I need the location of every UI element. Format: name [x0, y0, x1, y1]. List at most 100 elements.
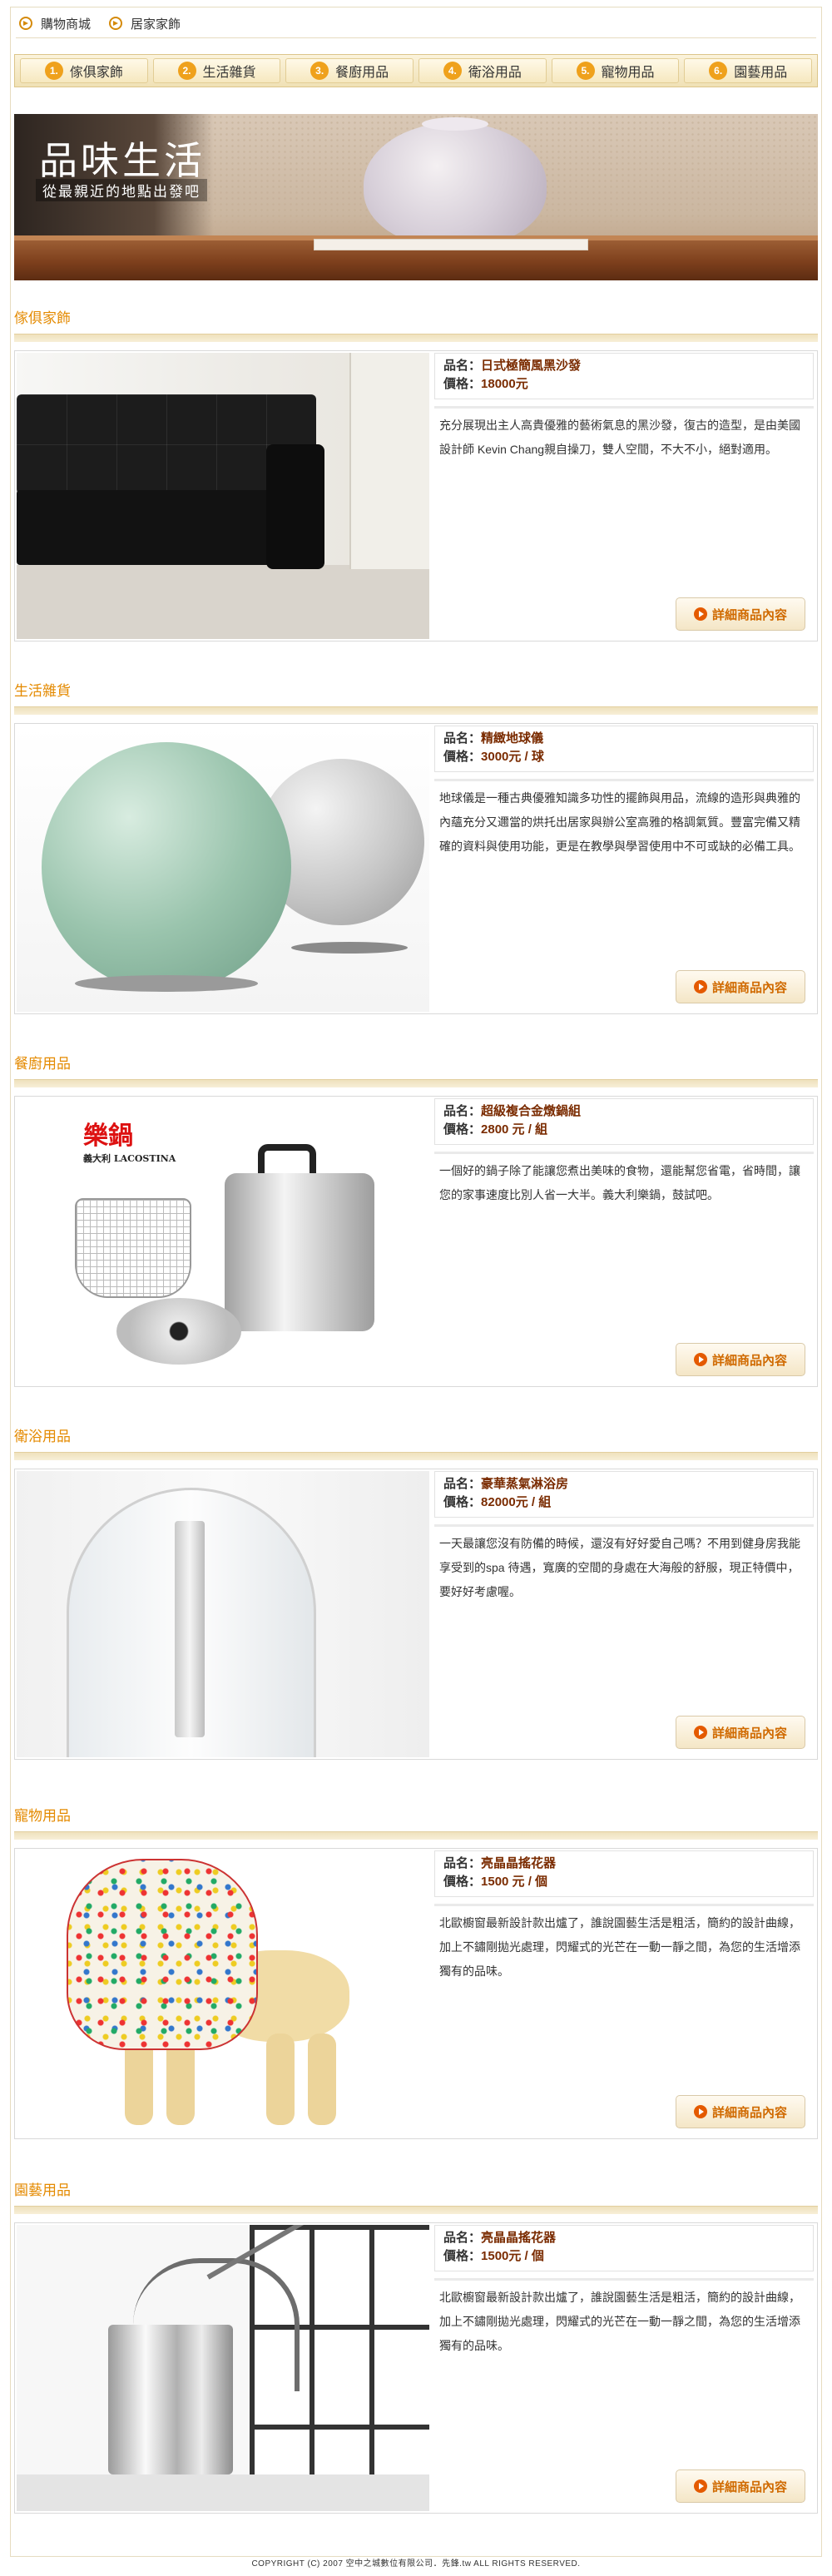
divider	[16, 37, 816, 38]
product-price-key: 價格：	[443, 2249, 482, 2263]
tab-household[interactable]: 2. 生活雜貨	[152, 58, 281, 83]
product-name-row: 品名：亮晶晶搖花器	[443, 1855, 805, 1873]
brand-logo: 樂鍋 義大利 LACOSTINA	[83, 1115, 176, 1165]
play-arrow-icon	[693, 607, 707, 621]
button-label: 詳細商品內容	[711, 607, 787, 622]
product-name: 豪華蒸氣淋浴房	[481, 1477, 569, 1491]
product-price-key: 價格：	[443, 1495, 482, 1509]
product-image-watering-can[interactable]	[17, 2225, 429, 2511]
product-detail-button[interactable]: 詳細商品內容	[676, 1343, 805, 1376]
product-image-globe[interactable]	[17, 726, 429, 1012]
divider	[434, 2278, 814, 2281]
product-price-key: 價格：	[443, 750, 482, 764]
product-detail-button[interactable]: 詳細商品內容	[676, 2095, 805, 2128]
product-price: 1500元 / 個	[481, 2249, 544, 2263]
product-image-dog-raincoat[interactable]	[17, 1850, 429, 2137]
product-price: 82000元 / 組	[481, 1495, 552, 1509]
product-name-key: 品名：	[443, 1104, 482, 1118]
product-name: 日式極簡風黑沙發	[481, 359, 582, 373]
section-rule	[14, 706, 818, 715]
product-header: 品名：豪華蒸氣淋浴房 價格：82000元 / 組	[434, 1471, 814, 1518]
hero-title: 品味生活	[39, 139, 206, 182]
product-description: 北歐櫥窗最新設計款出爐了，誰說園藝生活是粗活，簡約的設計曲線，加上不鏽剛拋光處理…	[439, 1916, 800, 1978]
product-price-key: 價格：	[443, 1122, 482, 1137]
breadcrumb: 購物商城 居家家飾	[19, 14, 181, 32]
product-price: 2800 元 / 組	[481, 1122, 548, 1137]
section-gardening: 園藝用品 品名：亮晶晶搖花器 價格：1500元 / 個 北歐櫥窗最新設計款出爐了…	[14, 2181, 818, 2514]
section-rule	[14, 2206, 818, 2214]
arrow-right-icon	[109, 17, 123, 30]
product-image-pot[interactable]: 樂鍋 義大利 LACOSTINA	[17, 1098, 429, 1385]
product-image-shower[interactable]	[17, 1471, 429, 1757]
breadcrumb-label: 購物商城	[41, 17, 92, 32]
product-name-key: 品名：	[443, 731, 482, 746]
product-price-row: 價格：3000元 / 球	[443, 748, 805, 766]
section-title: 寵物用品	[14, 1808, 71, 1824]
product-detail-button[interactable]: 詳細商品內容	[676, 597, 805, 631]
product-header: 品名：亮晶晶搖花器 價格：1500元 / 個	[434, 2225, 814, 2271]
breadcrumb-link-home-decor[interactable]: 居家家飾	[109, 15, 181, 32]
section-title: 餐廚用品	[14, 1056, 71, 1072]
product-card: 品名：亮晶晶搖花器 價格：1500 元 / 個 北歐櫥窗最新設計款出爐了，誰說園…	[14, 1848, 818, 2139]
product-card: 品名：豪華蒸氣淋浴房 價格：82000元 / 組 一天最讓您沒有防備的時候，還沒…	[14, 1469, 818, 1760]
breadcrumb-label: 居家家飾	[131, 17, 181, 32]
product-header: 品名：精緻地球儀 價格：3000元 / 球	[434, 726, 814, 772]
product-info: 品名：亮晶晶搖花器 價格：1500元 / 個 北歐櫥窗最新設計款出爐了，誰說園藝…	[434, 2225, 814, 2511]
section-bathroom: 衛浴用品 品名：豪華蒸氣淋浴房 價格：82000元 / 組 一天最讓您沒有防備的…	[14, 1427, 818, 1760]
product-name: 精緻地球儀	[481, 731, 544, 746]
tab-gardening[interactable]: 6. 園藝用品	[684, 58, 813, 83]
button-label: 詳細商品內容	[711, 1353, 787, 1368]
section-title: 園藝用品	[14, 2182, 71, 2198]
button-label: 詳細商品內容	[711, 980, 787, 995]
play-arrow-icon	[693, 1353, 707, 1366]
divider	[434, 406, 814, 409]
tab-number-badge: 2.	[177, 62, 196, 80]
product-description: 充分展現出主人高貴優雅的藝術氣息的黑沙發，復古的造型，是由美國設計師 Kevin…	[439, 419, 800, 456]
section-rule	[14, 1831, 818, 1840]
product-detail-button[interactable]: 詳細商品內容	[676, 1716, 805, 1749]
copyright-footer: COPYRIGHT (C) 2007 空中之城數位有限公司．先鋒.tw ALL …	[251, 2559, 581, 2569]
product-info: 品名：亮晶晶搖花器 價格：1500 元 / 個 北歐櫥窗最新設計款出爐了，誰說園…	[434, 1850, 814, 2137]
section-rule	[14, 334, 818, 342]
tab-furniture[interactable]: 1. 傢俱家飾	[20, 58, 148, 83]
breadcrumb-link-mall[interactable]: 購物商城	[19, 15, 91, 32]
divider	[434, 779, 814, 781]
product-info: 品名：超級複合金燉鍋組 價格：2800 元 / 組 一個好的鍋子除了能讓您煮出美…	[434, 1098, 814, 1385]
tab-number-badge: 4.	[443, 62, 462, 80]
hero-banner: 品味生活 從最親近的地點出發吧	[14, 114, 818, 280]
tab-label: 衛浴用品	[468, 66, 522, 80]
divider	[434, 1152, 814, 1154]
product-detail-button[interactable]: 詳細商品內容	[676, 970, 805, 1003]
divider	[434, 1524, 814, 1527]
tab-bathroom[interactable]: 4. 衛浴用品	[418, 58, 547, 83]
product-header: 品名：超級複合金燉鍋組 價格：2800 元 / 組	[434, 1098, 814, 1145]
section-title: 傢俱家飾	[14, 310, 71, 326]
product-description: 北歐櫥窗最新設計款出爐了，誰說園藝生活是粗活，簡約的設計曲線，加上不鏽剛拋光處理…	[439, 2291, 800, 2352]
vase-image	[364, 117, 547, 247]
brand-logo-text: 樂鍋	[83, 1122, 133, 1151]
tab-kitchen[interactable]: 3. 餐廚用品	[285, 58, 414, 83]
product-name-row: 品名：亮晶晶搖花器	[443, 2229, 805, 2247]
product-detail-button[interactable]: 詳細商品內容	[676, 2469, 805, 2503]
product-info: 品名：精緻地球儀 價格：3000元 / 球 地球儀是一種古典優雅知識多功性的擺飾…	[434, 726, 814, 1012]
section-title: 衛浴用品	[14, 1429, 71, 1444]
product-info: 品名：日式極簡風黑沙發 價格：18000元 充分展現出主人高貴優雅的藝術氣息的黑…	[434, 353, 814, 639]
hero-subtitle: 從最親近的地點出發吧	[36, 179, 207, 201]
product-image-sofa[interactable]	[17, 353, 429, 639]
arrow-right-icon	[19, 17, 32, 30]
play-arrow-icon	[693, 2479, 707, 2493]
tab-label: 寵物用品	[601, 66, 655, 80]
product-name: 亮晶晶搖花器	[481, 1856, 557, 1870]
tab-pets[interactable]: 5. 寵物用品	[551, 58, 680, 83]
tab-label: 生活雜貨	[202, 66, 256, 80]
vase-plate	[314, 239, 588, 250]
page-frame: 購物商城 居家家飾 1. 傢俱家飾 2. 生活雜貨 3. 餐廚用品 4. 衛浴用…	[10, 7, 822, 2557]
product-name-key: 品名：	[443, 2231, 482, 2245]
play-arrow-icon	[693, 980, 707, 993]
product-price-row: 價格：2800 元 / 組	[443, 1121, 805, 1139]
product-name-row: 品名：日式極簡風黑沙發	[443, 357, 805, 375]
product-price-row: 價格：1500元 / 個	[443, 2247, 805, 2266]
product-name-row: 品名：超級複合金燉鍋組	[443, 1102, 805, 1121]
tab-number-badge: 3.	[310, 62, 329, 80]
product-description: 一天最讓您沒有防備的時候，還沒有好好愛自己嗎？不用到健身房我能享受到的spa 待…	[439, 1537, 800, 1598]
